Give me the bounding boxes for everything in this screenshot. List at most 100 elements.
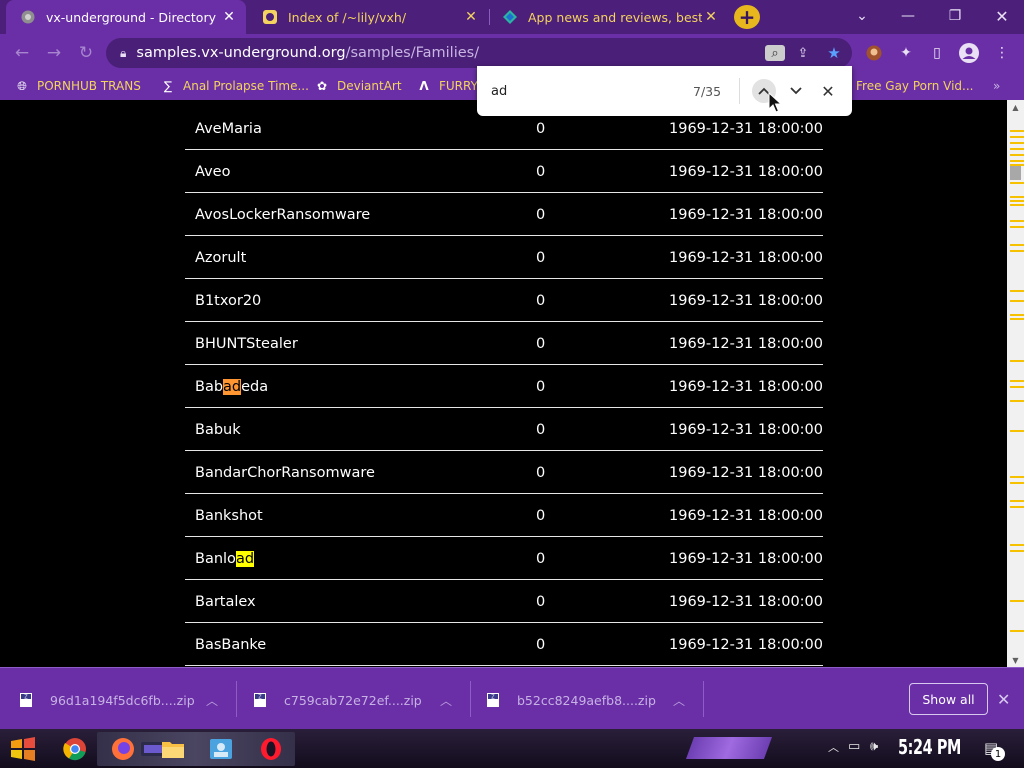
table-row: Bartalex 0 1969-12-31 18:00:00 — [185, 580, 823, 623]
tab-vx-underground[interactable]: vx-underground - Directory ✕ — [6, 0, 246, 34]
find-match-marker — [1010, 318, 1024, 320]
side-panel-icon[interactable]: ▯ — [925, 41, 949, 65]
network-icon[interactable]: ▭ — [848, 739, 860, 754]
taskbar-decoration — [685, 737, 773, 759]
new-tab-button[interactable]: + — [734, 5, 760, 29]
scroll-down-icon[interactable]: ▼ — [1007, 653, 1024, 667]
file-name-link[interactable]: BasBanke — [195, 637, 266, 653]
show-all-downloads-button[interactable]: Show all — [909, 683, 988, 715]
tab-search-icon[interactable]: ⌄ — [848, 4, 876, 28]
chrome-taskbar-icon[interactable] — [56, 733, 94, 765]
download-options-icon[interactable]: ︿ — [206, 692, 218, 709]
bookmark-item[interactable]: ✿ DeviantArt — [314, 78, 402, 94]
table-row: BasBanke 0 1969-12-31 18:00:00 — [185, 623, 823, 666]
share-icon[interactable]: ⇪ — [793, 45, 813, 61]
forward-icon[interactable]: → — [41, 40, 67, 66]
find-match-marker — [1010, 204, 1024, 206]
extensions-puzzle-icon[interactable]: ✦ — [894, 41, 918, 65]
find-match-marker — [1010, 482, 1024, 484]
scroll-up-icon[interactable]: ▲ — [1007, 100, 1024, 114]
find-match-marker — [1010, 290, 1024, 292]
maximize-icon[interactable]: ❐ — [941, 4, 969, 28]
download-divider — [236, 681, 237, 717]
directory-listing-page: AveMaria 0 1969-12-31 18:00:00 Aveo 0 1969-12… — [0, 100, 1007, 667]
file-name-link[interactable]: BandarChorRansomware — [195, 465, 375, 481]
table-row: Bankshot 0 1969-12-31 18:00:00 — [185, 494, 823, 537]
file-name-link[interactable]: AveMaria — [195, 121, 262, 137]
file-name-link[interactable]: Babuk — [195, 422, 241, 438]
tab-close-icon[interactable]: ✕ — [462, 8, 480, 26]
page-scrollbar[interactable]: ▲ ▼ — [1007, 100, 1024, 667]
tray-expand-icon[interactable]: ︿ — [828, 739, 839, 755]
zip-file-icon: Z — [18, 692, 34, 708]
file-size: 0 — [536, 250, 546, 266]
find-input[interactable] — [491, 81, 671, 101]
tab-app-news[interactable]: App news and reviews, best sof ✕ — [488, 0, 728, 34]
tab-close-icon[interactable]: ✕ — [702, 8, 720, 26]
tab-close-icon[interactable]: ✕ — [220, 8, 238, 26]
address-bar[interactable]: 🔒︎ samples.vx-underground.org/samples/Fa… — [106, 38, 852, 68]
find-match-marker — [1010, 136, 1024, 138]
download-options-icon[interactable]: ︿ — [673, 692, 685, 709]
download-shelf: Z 96d1a194f5dc6fb....zip ︿ Z c759cab72e7… — [0, 667, 1024, 729]
tab-title: App news and reviews, best sof — [528, 9, 702, 25]
file-date: 1969-12-31 18:00:00 — [669, 207, 823, 223]
download-item[interactable]: Z 96d1a194f5dc6fb....zip — [18, 683, 195, 717]
file-name-link[interactable]: B1txor20 — [195, 293, 261, 309]
file-name-link[interactable]: AvosLockerRansomware — [195, 207, 370, 223]
start-button-icon[interactable] — [4, 733, 42, 765]
find-next-button[interactable] — [784, 79, 808, 103]
tab-index-lily[interactable]: Index of /~lily/vxh/ ✕ — [248, 0, 488, 34]
file-name-link[interactable]: Babadeda — [195, 379, 268, 395]
file-size: 0 — [536, 637, 546, 653]
volume-icon[interactable]: 🕪︎ — [870, 739, 878, 754]
download-item[interactable]: Z b52cc8249aefb8....zip — [485, 683, 656, 717]
bookmarks-overflow-icon[interactable]: » — [993, 78, 1000, 94]
find-match-marker — [1010, 500, 1024, 502]
file-name-link[interactable]: Bankshot — [195, 508, 263, 524]
file-explorer-taskbar-icon[interactable] — [154, 733, 192, 765]
table-row: BHUNTStealer 0 1969-12-31 18:00:00 — [185, 322, 823, 365]
file-name-link[interactable]: BHUNTStealer — [195, 336, 298, 352]
reload-icon[interactable]: ↻ — [73, 40, 99, 66]
find-match-marker — [1010, 630, 1024, 632]
download-item[interactable]: Z c759cab72e72ef....zip — [252, 683, 422, 717]
window-close-icon[interactable]: ✕ — [988, 4, 1016, 28]
taskbar-clock[interactable]: 5:24 PM — [898, 735, 961, 759]
svg-text:Z: Z — [258, 694, 262, 700]
table-row: Aveo 0 1969-12-31 18:00:00 — [185, 150, 823, 193]
file-table: AveMaria 0 1969-12-31 18:00:00 Aveo 0 1969-12… — [185, 107, 823, 666]
download-shelf-close-icon[interactable]: ✕ — [997, 690, 1010, 709]
scroll-thumb[interactable] — [1010, 164, 1021, 180]
opera-taskbar-icon[interactable] — [252, 733, 290, 765]
find-match-marker — [1010, 300, 1024, 302]
file-size: 0 — [536, 551, 546, 567]
find-close-button[interactable]: ✕ — [816, 79, 840, 103]
bookmark-item[interactable]: Free Gay Porn Vid... — [856, 78, 973, 94]
account-avatar-icon[interactable] — [957, 41, 981, 65]
bookmark-item[interactable]: Λ FURRY — [416, 78, 478, 94]
windows-taskbar: ︿ ▭ 🕪︎ 5:24 PM ▤ 1 — [0, 729, 1024, 768]
download-options-icon[interactable]: ︿ — [440, 692, 452, 709]
lock-icon[interactable]: 🔒︎ — [120, 46, 126, 61]
file-name-part: Bab — [195, 379, 224, 395]
file-name-link[interactable]: Bartalex — [195, 594, 256, 610]
find-match-marker — [1010, 220, 1024, 222]
bookmark-item[interactable]: ∑ Anal Prolapse Time... — [160, 78, 309, 94]
profile-extension-icon[interactable] — [862, 41, 886, 65]
table-row: Banload 0 1969-12-31 18:00:00 — [185, 537, 823, 580]
file-date: 1969-12-31 18:00:00 — [669, 508, 823, 524]
file-name-link[interactable]: Azorult — [195, 250, 246, 266]
table-row: Babadeda 0 1969-12-31 18:00:00 — [185, 365, 823, 408]
find-match-marker — [1010, 314, 1024, 316]
file-name-link[interactable]: Banload — [195, 551, 255, 567]
bookmark-star-icon[interactable]: ★ — [824, 44, 844, 62]
bracket-icon: ∑ — [163, 79, 173, 93]
back-icon[interactable]: ← — [9, 40, 35, 66]
find-in-page-icon[interactable]: ⌕ — [765, 45, 785, 61]
photos-taskbar-icon[interactable] — [202, 733, 240, 765]
minimize-icon[interactable]: — — [894, 4, 922, 28]
file-name-link[interactable]: Aveo — [195, 164, 230, 180]
menu-dots-icon[interactable]: ⋮ — [990, 41, 1014, 65]
bookmark-item[interactable]: 🌐︎ PORNHUB TRANS — [14, 78, 141, 94]
